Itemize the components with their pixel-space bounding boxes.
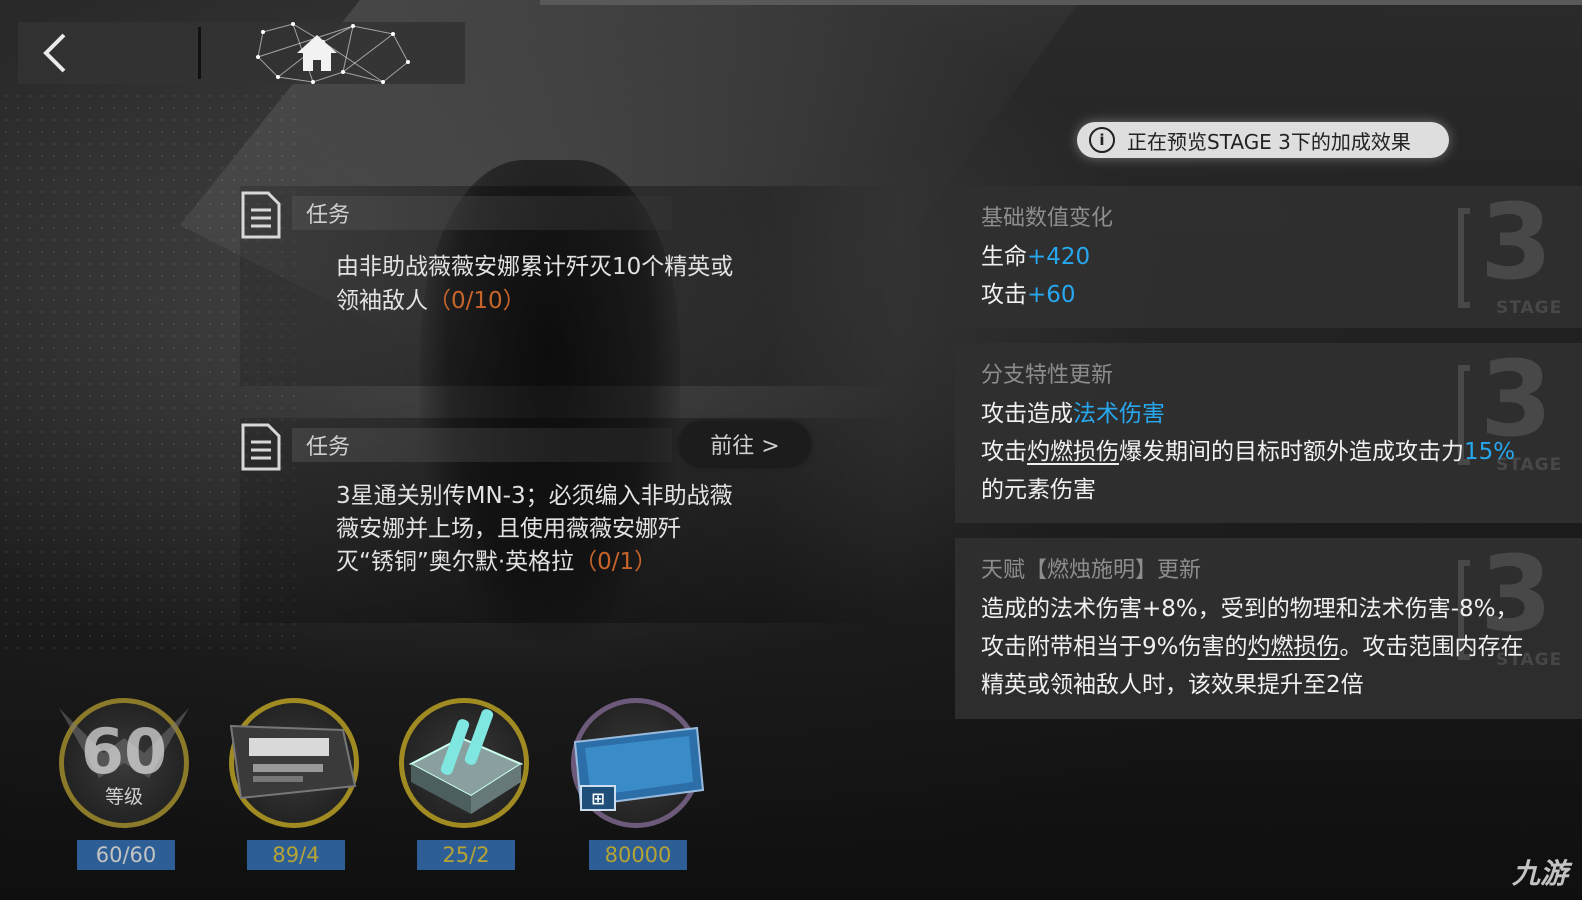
task-text: 3星通关别传MN-3；必须编入非助战薇薇安娜并上场，且使用薇薇安娜歼灭“锈铜”奥… bbox=[336, 483, 733, 575]
burn-damage-term[interactable]: 灼燃损伤 bbox=[1027, 439, 1119, 465]
task-text: 由非助战薇薇安娜累计歼灭10个精英或领袖敌人 bbox=[336, 254, 734, 314]
document-icon bbox=[241, 423, 281, 471]
burn-damage-term[interactable]: 灼燃损伤 bbox=[1248, 634, 1340, 660]
hp-line: 生命+420 bbox=[981, 244, 1091, 270]
vial-crate-icon bbox=[408, 709, 524, 814]
level-number: 60 bbox=[80, 715, 168, 788]
talent-line-3: 精英或领袖敌人时，该效果提升至2倍 bbox=[981, 672, 1364, 698]
preview-text: 正在预览STAGE 3下的加成效果 bbox=[1127, 129, 1411, 154]
home-icon bbox=[297, 35, 337, 71]
stat-change-panel: 3 STAGE 基础数值变化 生命+420 攻击+60 bbox=[955, 186, 1582, 328]
task-label: 任务 bbox=[292, 428, 672, 462]
level-requirement[interactable]: 60 等级 60/60 bbox=[59, 698, 189, 878]
stage-preview-notice: i 正在预览STAGE 3下的加成效果 bbox=[1077, 122, 1449, 158]
trait-update-panel: 3 STAGE 分支特性更新 攻击造成法术伤害 攻击灼燃损伤爆发期间的目标时额外… bbox=[955, 343, 1582, 523]
material-count: 89/4 bbox=[247, 840, 345, 870]
material-requirement-1[interactable]: 89/4 bbox=[229, 698, 359, 878]
hp-bonus: +420 bbox=[1027, 244, 1091, 270]
goto-button[interactable]: 前往 > bbox=[680, 422, 810, 466]
talent-line-1: 造成的法术伤害+8%，受到的物理和法术伤害-8%， bbox=[981, 596, 1519, 622]
atk-bonus: +60 bbox=[1027, 282, 1076, 308]
level-label: 等级 bbox=[104, 786, 143, 808]
document-icon bbox=[241, 191, 281, 239]
level-value: 60/60 bbox=[77, 840, 175, 870]
back-button[interactable] bbox=[18, 22, 198, 84]
chevron-left-icon bbox=[43, 33, 66, 73]
task-description: 3星通关别传MN-3；必须编入非助战薇薇安娜并上场，且使用薇薇安娜歼灭“锈铜”奥… bbox=[336, 480, 736, 579]
task-description: 由非助战薇薇安娜累计歼灭10个精英或领袖敌人（0/10） bbox=[336, 250, 736, 318]
task-label: 任务 bbox=[292, 196, 672, 230]
talent-line-2: 攻击附带相当于9%伤害的灼燃损伤。攻击范围内存在 bbox=[981, 634, 1524, 660]
task-progress: （0/10） bbox=[428, 288, 526, 314]
svg-text:⊞: ⊞ bbox=[591, 789, 604, 808]
trait-line-3: 的元素伤害 bbox=[981, 477, 1096, 503]
task-progress: （0/1） bbox=[574, 549, 658, 575]
top-nav bbox=[18, 22, 465, 84]
trait-line-1: 攻击造成法术伤害 bbox=[981, 401, 1165, 427]
lmd-ticket-icon: ⊞ bbox=[573, 726, 705, 811]
site-watermark: 九游 bbox=[1511, 857, 1568, 890]
home-button[interactable] bbox=[201, 22, 465, 84]
top-edge-line bbox=[540, 0, 1582, 5]
material-count: 25/2 bbox=[417, 840, 515, 870]
raythean-module-icon bbox=[229, 724, 357, 800]
lmd-requirement[interactable]: ⊞ 80000 bbox=[571, 698, 705, 878]
material-requirement-2[interactable]: 25/2 bbox=[399, 698, 529, 878]
atk-line: 攻击+60 bbox=[981, 282, 1076, 308]
trait-line-2: 攻击灼燃损伤爆发期间的目标时额外造成攻击力15% bbox=[981, 439, 1516, 465]
currency-amount: 80000 bbox=[589, 840, 687, 870]
info-icon: i bbox=[1089, 127, 1115, 153]
talent-update-panel: 3 STAGE 天赋【燃烛施明】更新 造成的法术伤害+8%，受到的物理和法术伤害… bbox=[955, 538, 1582, 719]
